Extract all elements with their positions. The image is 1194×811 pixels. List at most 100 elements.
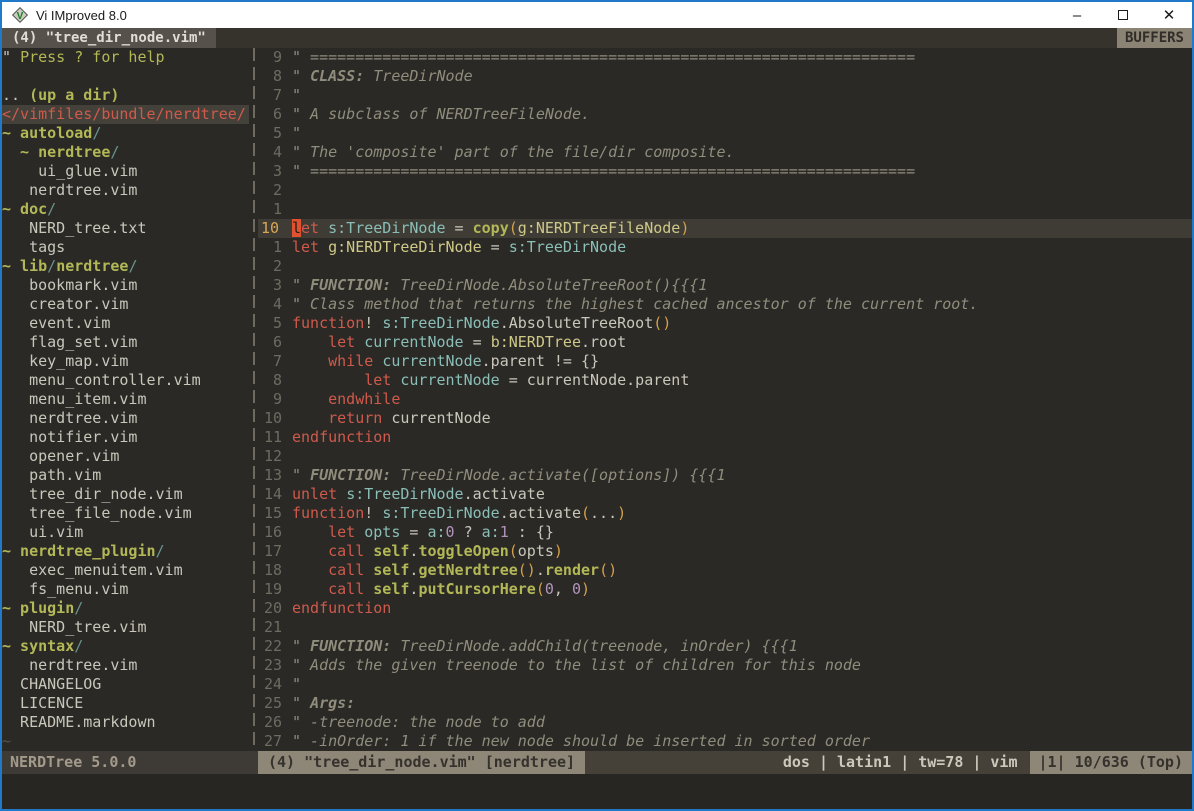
- code-line[interactable]: 18 call self.getNerdtree().render(): [258, 561, 1192, 580]
- tree-item[interactable]: nerdtree.vim: [2, 409, 249, 428]
- tree-item[interactable]: menu_controller.vim: [2, 371, 249, 390]
- tree-item[interactable]: README.markdown: [2, 713, 249, 732]
- tree-item[interactable]: ~ plugin/: [2, 599, 249, 618]
- line-number: 3: [261, 162, 282, 181]
- code-line[interactable]: 22" FUNCTION: TreeDirNode.addChild(treen…: [258, 637, 1192, 656]
- code-line[interactable]: 25" Args:: [258, 694, 1192, 713]
- code-text: " Class method that returns the highest …: [292, 295, 978, 314]
- status-line: NERDTree 5.0.0 (4) "tree_dir_node.vim" […: [2, 751, 1192, 774]
- tree-item[interactable]: LICENCE: [2, 694, 249, 713]
- tree-item[interactable]: ui_glue.vim: [2, 162, 249, 181]
- code-line[interactable]: 4" The 'composite' part of the file/dir …: [258, 143, 1192, 162]
- code-line[interactable]: 21: [258, 618, 1192, 637]
- line-number: 10: [261, 409, 282, 428]
- code-line[interactable]: 13" FUNCTION: TreeDirNode.activate([opti…: [258, 466, 1192, 485]
- maximize-button[interactable]: [1100, 2, 1146, 28]
- code-text: let g:NERDTreeDirNode = s:TreeDirNode: [292, 238, 626, 257]
- tree-item[interactable]: menu_item.vim: [2, 390, 249, 409]
- status-flag: latin1: [837, 751, 891, 774]
- code-line[interactable]: 3" =====================================…: [258, 162, 1192, 181]
- tree-item[interactable]: CHANGELOG: [2, 675, 249, 694]
- code-line[interactable]: 24": [258, 675, 1192, 694]
- line-number: 15: [261, 504, 282, 523]
- tree-item[interactable]: ~ syntax/: [2, 637, 249, 656]
- code-line[interactable]: 6" A subclass of NERDTreeFileNode.: [258, 105, 1192, 124]
- code-line[interactable]: 2: [258, 257, 1192, 276]
- tree-item[interactable]: ~ lib/nerdtree/: [2, 257, 249, 276]
- tree-item[interactable]: creator.vim: [2, 295, 249, 314]
- tree-item[interactable]: [2, 67, 249, 86]
- minimize-button[interactable]: –: [1054, 2, 1100, 28]
- editor-panel[interactable]: 9" =====================================…: [258, 48, 1192, 751]
- code-line[interactable]: 11 endfunction: [258, 428, 1192, 447]
- tree-item[interactable]: ~ nerdtree_plugin/: [2, 542, 249, 561]
- tree-item[interactable]: opener.vim: [2, 447, 249, 466]
- buffers-tab[interactable]: BUFFERS: [1117, 28, 1192, 48]
- tree-item[interactable]: event.vim: [2, 314, 249, 333]
- code-line[interactable]: 17 call self.toggleOpen(opts): [258, 542, 1192, 561]
- code-line[interactable]: 27" -inOrder: 1 if the new node should b…: [258, 732, 1192, 751]
- title-bar: V Vi IMproved 8.0 – ✕: [2, 2, 1192, 28]
- code-text: " FUNCTION: TreeDirNode.activate([option…: [292, 466, 725, 485]
- status-position: |1| 10/636 (Top): [1030, 751, 1193, 774]
- tree-item[interactable]: bookmark.vim: [2, 276, 249, 295]
- tree-item[interactable]: " Press ? for help: [2, 48, 249, 67]
- tree-item[interactable]: ~ autoload/: [2, 124, 249, 143]
- tree-item[interactable]: fs_menu.vim: [2, 580, 249, 599]
- code-line[interactable]: 10 return currentNode: [258, 409, 1192, 428]
- code-line[interactable]: 7 while currentNode.parent != {}: [258, 352, 1192, 371]
- code-line[interactable]: 23" Adds the given treenode to the list …: [258, 656, 1192, 675]
- code-text: endfunction: [292, 428, 391, 447]
- close-button[interactable]: ✕: [1146, 2, 1192, 28]
- code-line[interactable]: 16 let opts = a:0 ? a:1 : {}: [258, 523, 1192, 542]
- tree-item[interactable]: key_map.vim: [2, 352, 249, 371]
- line-number: 9: [261, 390, 282, 409]
- code-line[interactable]: 3" FUNCTION: TreeDirNode.AbsoluteTreeRoo…: [258, 276, 1192, 295]
- code-text: " FUNCTION: TreeDirNode.addChild(treenod…: [292, 637, 798, 656]
- code-line[interactable]: 14unlet s:TreeDirNode.activate: [258, 485, 1192, 504]
- code-line[interactable]: 7": [258, 86, 1192, 105]
- code-line[interactable]: 19 call self.putCursorHere(0, 0): [258, 580, 1192, 599]
- code-line[interactable]: 1: [258, 200, 1192, 219]
- tree-item[interactable]: flag_set.vim: [2, 333, 249, 352]
- tree-item[interactable]: exec_menuitem.vim: [2, 561, 249, 580]
- line-number: 11: [261, 428, 282, 447]
- code-line[interactable]: 8 let currentNode = currentNode.parent: [258, 371, 1192, 390]
- tree-item[interactable]: nerdtree.vim: [2, 181, 249, 200]
- code-line[interactable]: 15function! s:TreeDirNode.activate(...): [258, 504, 1192, 523]
- code-line[interactable]: 6 let currentNode = b:NERDTree.root: [258, 333, 1192, 352]
- command-line[interactable]: [2, 774, 1192, 809]
- window-separator[interactable]: [249, 48, 258, 751]
- tree-item[interactable]: tags: [2, 238, 249, 257]
- tree-item[interactable]: ~ doc/: [2, 200, 249, 219]
- status-fill: [585, 751, 783, 774]
- code-line[interactable]: 5": [258, 124, 1192, 143]
- tree-item[interactable]: nerdtree.vim: [2, 656, 249, 675]
- code-line-current[interactable]: 10let s:TreeDirNode = copy(g:NERDTreeFil…: [258, 219, 1192, 238]
- tree-item[interactable]: </vimfiles/bundle/nerdtree/: [2, 105, 249, 124]
- tree-item[interactable]: tree_file_node.vim: [2, 504, 249, 523]
- tree-item[interactable]: path.vim: [2, 466, 249, 485]
- code-line[interactable]: 9 endwhile: [258, 390, 1192, 409]
- code-line[interactable]: 5function! s:TreeDirNode.AbsoluteTreeRoo…: [258, 314, 1192, 333]
- code-line[interactable]: 26" -treenode: the node to add: [258, 713, 1192, 732]
- code-line[interactable]: 9" =====================================…: [258, 48, 1192, 67]
- vim-window: V Vi IMproved 8.0 – ✕ (4) "tree_dir_node…: [0, 0, 1194, 811]
- code-line[interactable]: 1let g:NERDTreeDirNode = s:TreeDirNode: [258, 238, 1192, 257]
- code-line[interactable]: 8" CLASS: TreeDirNode: [258, 67, 1192, 86]
- tab-tree-dir-node[interactable]: (4) "tree_dir_node.vim": [2, 28, 216, 48]
- code-text: " FUNCTION: TreeDirNode.AbsoluteTreeRoot…: [292, 276, 707, 295]
- code-line[interactable]: 4" Class method that returns the highest…: [258, 295, 1192, 314]
- tree-item[interactable]: ~ nerdtree/: [2, 143, 249, 162]
- code-line[interactable]: 20endfunction: [258, 599, 1192, 618]
- line-number: 26: [261, 713, 282, 732]
- tree-item[interactable]: tree_dir_node.vim: [2, 485, 249, 504]
- code-line[interactable]: 12: [258, 447, 1192, 466]
- tree-item[interactable]: notifier.vim: [2, 428, 249, 447]
- code-line[interactable]: 2: [258, 181, 1192, 200]
- tree-item[interactable]: .. (up a dir): [2, 86, 249, 105]
- tree-item[interactable]: NERD_tree.txt: [2, 219, 249, 238]
- tree-item[interactable]: ui.vim: [2, 523, 249, 542]
- tree-item[interactable]: ~: [2, 732, 249, 751]
- tree-item[interactable]: NERD_tree.vim: [2, 618, 249, 637]
